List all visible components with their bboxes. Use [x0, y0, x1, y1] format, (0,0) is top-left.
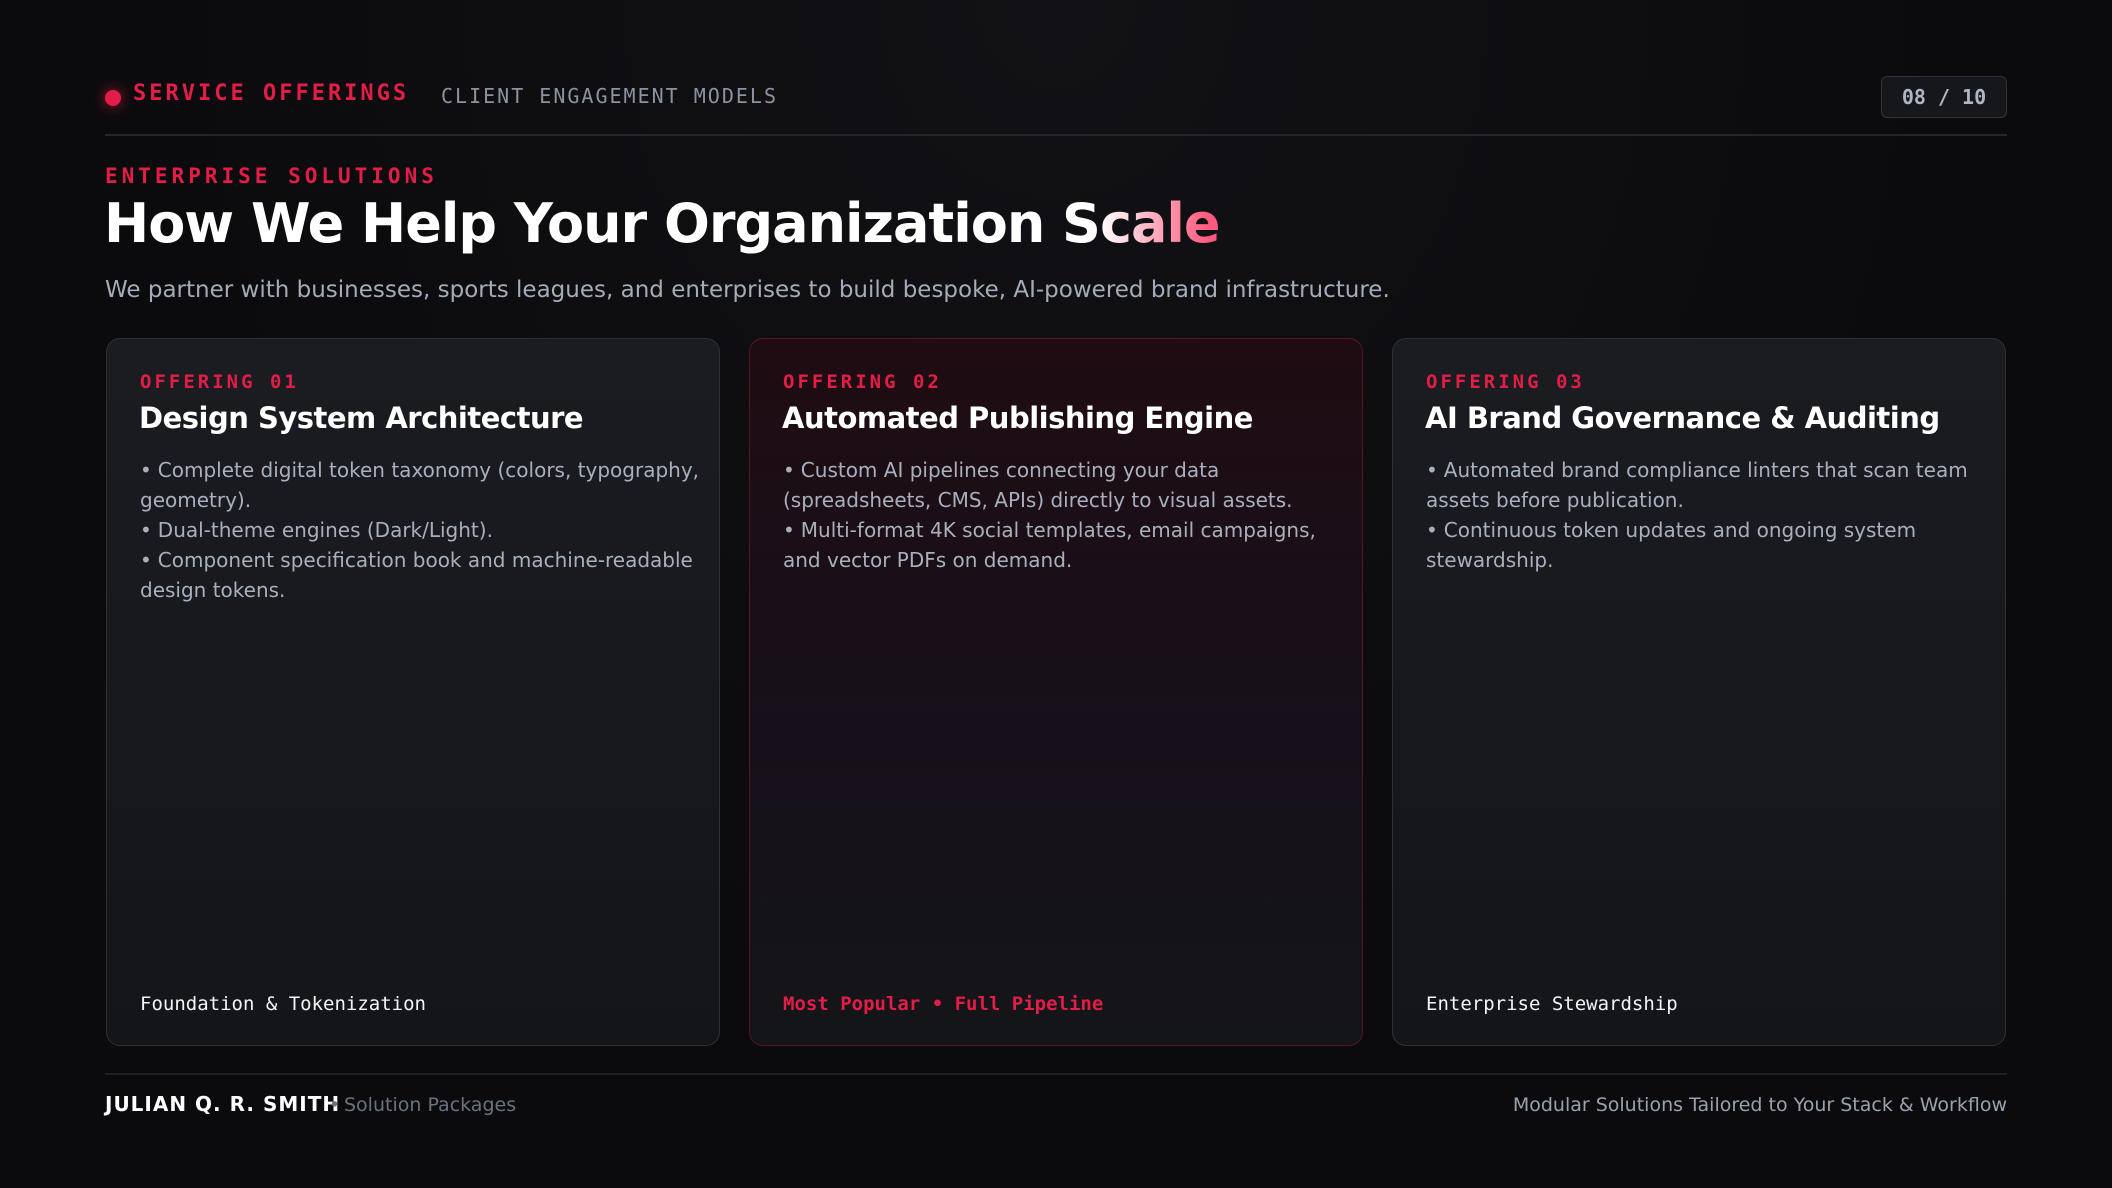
bullet-glyph: • — [783, 458, 795, 482]
bullet-text: Multi-format 4K social templates, email … — [783, 518, 1316, 572]
section-label: SERVICE OFFERINGS — [133, 81, 410, 106]
bullet-glyph: • — [140, 518, 152, 542]
bullet-item: • Multi-format 4K social templates, email… — [783, 515, 1343, 575]
offering-card-02: OFFERING 02 Automated Publishing Engine … — [749, 338, 1363, 1046]
header-bar: SERVICE OFFERINGS CLIENT ENGAGEMENT MODE… — [105, 76, 2007, 122]
offering-tagline: Enterprise Stewardship — [1426, 993, 1678, 1015]
footer-separator: • — [329, 1094, 341, 1116]
offering-tagline: Foundation & Tokenization — [140, 993, 426, 1015]
footer-tagline: Modular Solutions Tailored to Your Stack… — [1512, 1094, 2007, 1116]
offering-card-03: OFFERING 03 AI Brand Governance & Auditi… — [1392, 338, 2006, 1046]
bullet-text: Continuous token updates and ongoing sys… — [1426, 518, 1917, 572]
bullet-glyph: • — [140, 458, 152, 482]
bullet-text: Automated brand compliance linters that … — [1426, 458, 1968, 512]
bullet-text: Custom AI pipelines connecting your data… — [783, 458, 1293, 512]
bullet-text: Complete digital token taxonomy (colors,… — [140, 458, 700, 512]
bullet-glyph: • — [1426, 458, 1438, 482]
offering-kicker: OFFERING 01 — [140, 371, 299, 393]
offering-card-01: OFFERING 01 Design System Architecture •… — [106, 338, 720, 1046]
bullet-item: • Complete digital token taxonomy (colors… — [140, 455, 700, 515]
bullet-glyph: • — [140, 548, 152, 572]
page-lede: We partner with businesses, sports leagu… — [105, 277, 1390, 303]
offering-title: Design System Architecture — [139, 401, 584, 435]
bullet-item: • Dual-theme engines (Dark/Light). — [140, 515, 700, 545]
bullet-glyph: • — [783, 518, 795, 542]
status-dot-icon — [105, 90, 121, 106]
eyebrow-label: ENTERPRISE SOLUTIONS — [105, 164, 438, 188]
footer-subtitle: Solution Packages — [344, 1094, 517, 1116]
offering-kicker: OFFERING 02 — [783, 371, 942, 393]
page-title-main: How We Help Your Organization S — [104, 192, 1101, 255]
bullet-item: • Custom AI pipelines connecting your dat… — [783, 455, 1343, 515]
offering-kicker: OFFERING 03 — [1426, 371, 1585, 393]
page-counter: 08 / 10 — [1881, 76, 2007, 118]
footer-author: JULIAN Q. R. SMITH — [105, 1092, 341, 1116]
page-title: How We Help Your Organization Scale — [104, 192, 1221, 255]
bullet-item: • Continuous token updates and ongoing sy… — [1426, 515, 1986, 575]
bullet-text: Component specification book and machine… — [140, 548, 693, 602]
bullet-text: Dual-theme engines (Dark/Light). — [157, 518, 493, 542]
bullet-item: • Component specification book and machin… — [140, 545, 700, 605]
offering-title: AI Brand Governance & Auditing — [1425, 401, 1940, 435]
offering-bullets: • Automated brand compliance linters that… — [1426, 455, 1986, 575]
header-divider — [105, 134, 2007, 136]
offering-title: Automated Publishing Engine — [782, 401, 1253, 435]
bullet-glyph: • — [1426, 518, 1438, 542]
section-subtitle: CLIENT ENGAGEMENT MODELS — [441, 84, 778, 108]
offering-tagline: Most Popular • Full Pipeline — [783, 993, 1104, 1015]
page-title-accent: cale — [1099, 192, 1221, 255]
slide: SERVICE OFFERINGS CLIENT ENGAGEMENT MODE… — [0, 0, 2112, 1188]
bullet-item: • Automated brand compliance linters that… — [1426, 455, 1986, 515]
offering-bullets: • Custom AI pipelines connecting your dat… — [783, 455, 1343, 575]
footer-divider — [105, 1073, 2007, 1075]
offering-bullets: • Complete digital token taxonomy (colors… — [140, 455, 700, 605]
